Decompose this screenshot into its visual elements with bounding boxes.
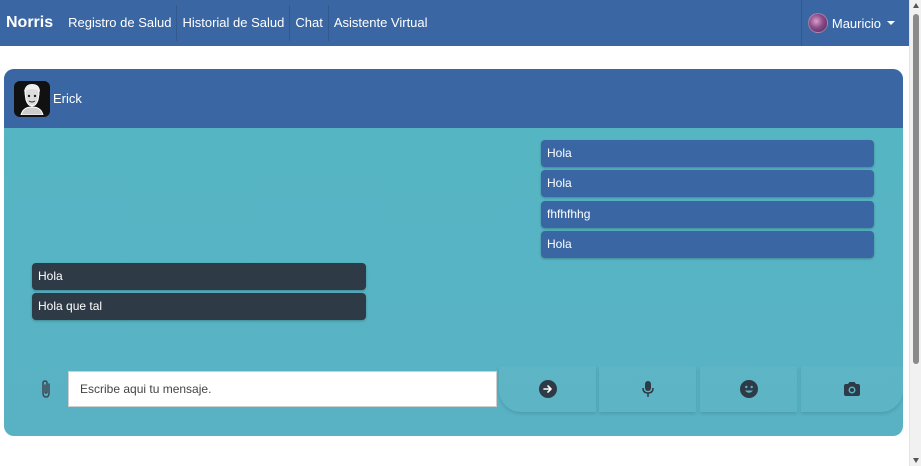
emoji-button[interactable] <box>700 366 797 412</box>
message-outgoing: Hola <box>541 140 874 167</box>
message-outgoing: fhfhfhhg <box>541 201 874 228</box>
message-outgoing: Hola <box>541 170 874 197</box>
scroll-down-icon[interactable] <box>913 458 919 463</box>
message-incoming: Hola <box>32 263 366 290</box>
chevron-down-icon <box>887 21 895 25</box>
nav-link-chat[interactable]: Chat <box>289 5 327 41</box>
portrait-icon <box>17 82 47 115</box>
camera-icon <box>844 382 860 396</box>
contact-avatar <box>14 80 50 117</box>
chat-header: Erick <box>4 69 903 128</box>
paperclip-icon[interactable] <box>38 379 54 399</box>
nav-link-registro[interactable]: Registro de Salud <box>63 5 176 41</box>
chat-card: Erick Hola Hola fhfhfhhg Hola Hola Hola … <box>4 69 903 436</box>
brand-logo[interactable]: Norris <box>6 14 53 32</box>
contact-name: Erick <box>53 91 82 106</box>
page-scrollbar[interactable] <box>909 0 921 466</box>
send-arrow-icon <box>538 380 557 398</box>
user-name: Mauricio <box>831 15 881 31</box>
navbar: Norris Registro de Salud Historial de Sa… <box>0 0 909 46</box>
microphone-icon <box>641 381 654 397</box>
message-outgoing: Hola <box>541 231 874 258</box>
message-incoming: Hola que tal <box>32 293 366 320</box>
emoji-icon <box>739 380 758 398</box>
user-avatar <box>807 13 828 33</box>
camera-button[interactable] <box>801 366 903 412</box>
message-input[interactable]: Escribe aqui tu mensaje. <box>68 371 497 407</box>
user-menu[interactable]: Mauricio <box>800 0 895 46</box>
scroll-thumb[interactable] <box>913 14 919 364</box>
send-button[interactable] <box>499 366 596 412</box>
voice-button[interactable] <box>599 366 696 412</box>
scroll-up-icon[interactable] <box>913 3 919 8</box>
nav-link-historial[interactable]: Historial de Salud <box>176 5 289 41</box>
nav-link-asistente[interactable]: Asistente Virtual <box>327 5 433 41</box>
